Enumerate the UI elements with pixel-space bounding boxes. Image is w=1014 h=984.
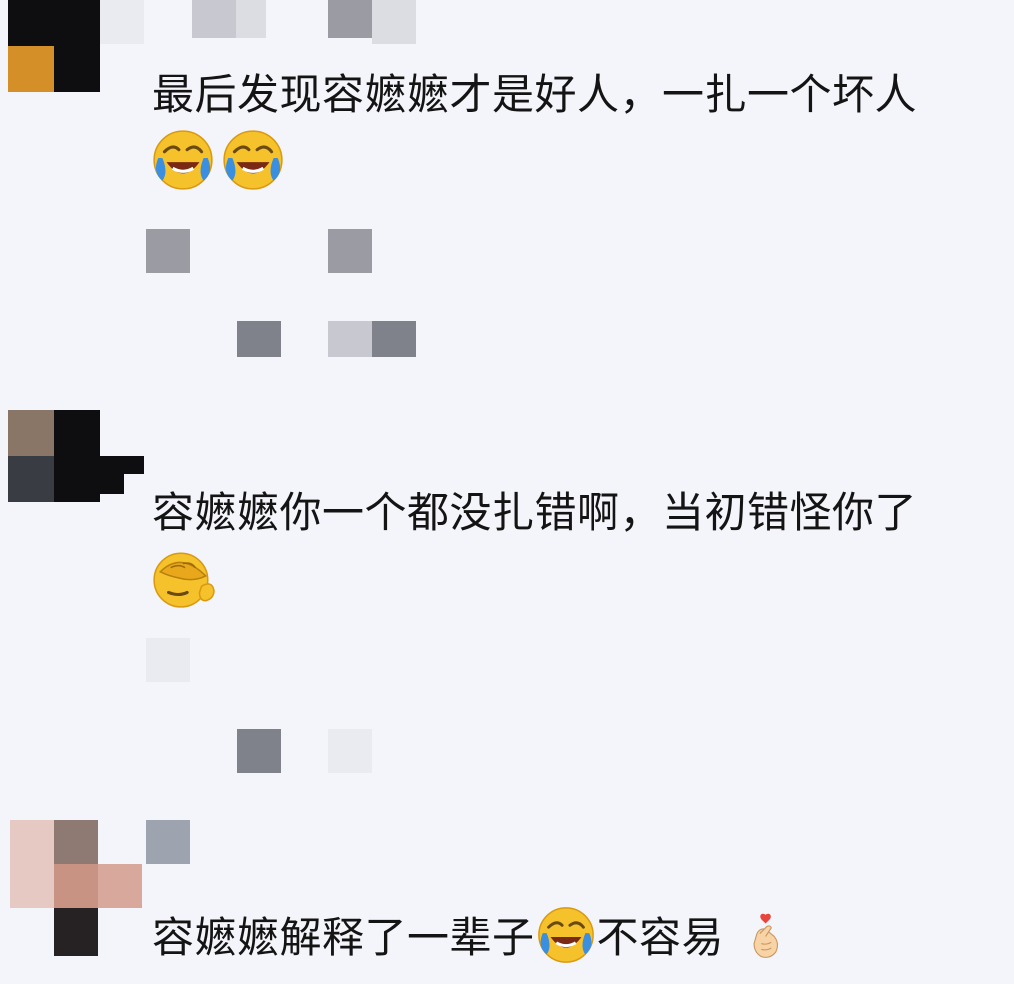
finger-heart-icon: [753, 913, 778, 958]
avatar[interactable]: [10, 820, 146, 956]
comment-text-part: 不容易: [596, 913, 725, 962]
mosaic-block: [237, 729, 281, 773]
mosaic-block: [100, 0, 144, 44]
avatar[interactable]: [8, 0, 100, 92]
comment-emoji-row: [150, 127, 286, 193]
comment-text: 容嬷嬷你一个都没扎错啊，当初错怪你了: [152, 488, 918, 537]
laughing-crying-icon: [223, 130, 283, 190]
facepalm-icon: [153, 552, 215, 608]
laughing-crying-icon: [537, 907, 594, 963]
mosaic-block: [372, 0, 416, 44]
mosaic-block: [146, 638, 190, 682]
comment-text: 最后发现容嬷嬷才是好人，一扎一个坏人: [152, 70, 918, 119]
mosaic-block: [328, 229, 372, 273]
mosaic-block: [328, 0, 372, 38]
mosaic-block: [146, 229, 190, 273]
avatar[interactable]: [8, 410, 144, 502]
mosaic-block: [328, 321, 372, 357]
mosaic-block: [372, 321, 416, 357]
mosaic-block: [192, 0, 236, 38]
laughing-crying-icon: [153, 130, 213, 190]
comment-emoji-row: [150, 545, 216, 611]
mosaic-block: [236, 0, 266, 38]
mosaic-block: [328, 729, 372, 773]
comment-text: 容嬷嬷解释了一辈子 不容易: [152, 904, 790, 966]
mosaic-block: [146, 820, 190, 864]
mosaic-block: [237, 321, 281, 357]
comment-text-part: 容嬷嬷解释了一辈子: [152, 913, 535, 962]
